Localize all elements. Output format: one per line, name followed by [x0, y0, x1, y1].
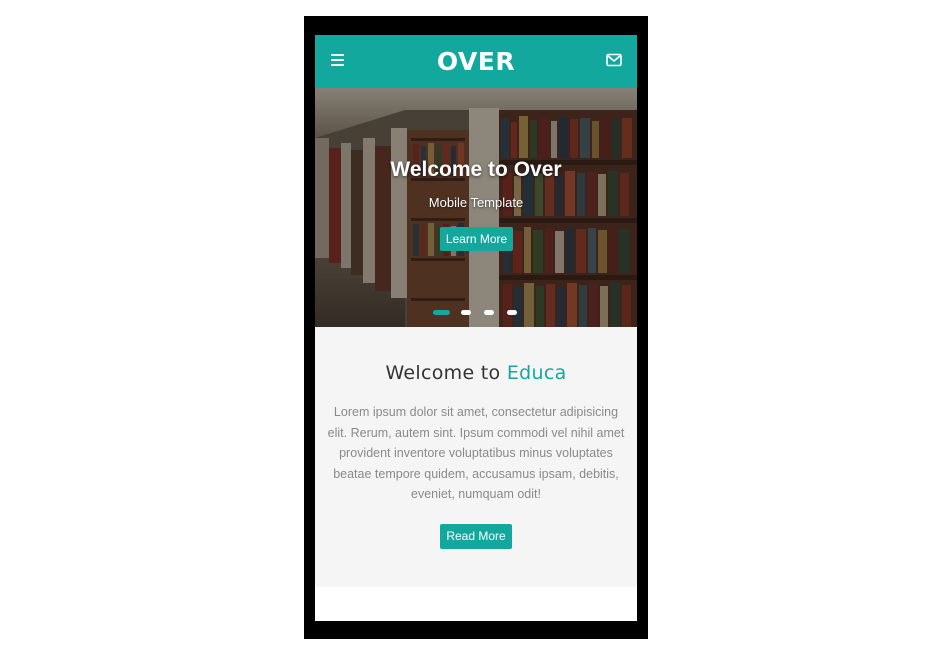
envelope-icon[interactable]	[606, 53, 622, 67]
read-more-button[interactable]: Read More	[440, 524, 512, 549]
hero-subtitle: Mobile Template	[428, 195, 524, 210]
section-title-accent: Educa	[506, 362, 567, 384]
phone-screen: OVER Welcome to Over Mobile Template Lea…	[315, 35, 637, 621]
slide-dot-3[interactable]	[484, 310, 494, 315]
learn-more-button[interactable]: Learn More	[440, 227, 513, 251]
slide-dot-4[interactable]	[507, 310, 517, 315]
brand-logo[interactable]: OVER	[315, 46, 637, 78]
section-title-prefix: Welcome to	[385, 362, 501, 384]
hero-title: Welcome to Over	[390, 158, 562, 181]
welcome-section: Welcome to Educa Lorem ipsum dolor sit a…	[315, 327, 637, 587]
hero-slider: Welcome to Over Mobile Template Learn Mo…	[315, 88, 637, 327]
section-title: Welcome to Educa	[315, 360, 637, 386]
app-header: OVER	[315, 35, 637, 88]
slide-dot-1[interactable]	[433, 310, 450, 315]
slide-dot-2[interactable]	[461, 310, 471, 315]
welcome-paragraph: Lorem ipsum dolor sit amet, consectetur …	[327, 405, 625, 502]
device-frame: OVER Welcome to Over Mobile Template Lea…	[304, 16, 648, 639]
